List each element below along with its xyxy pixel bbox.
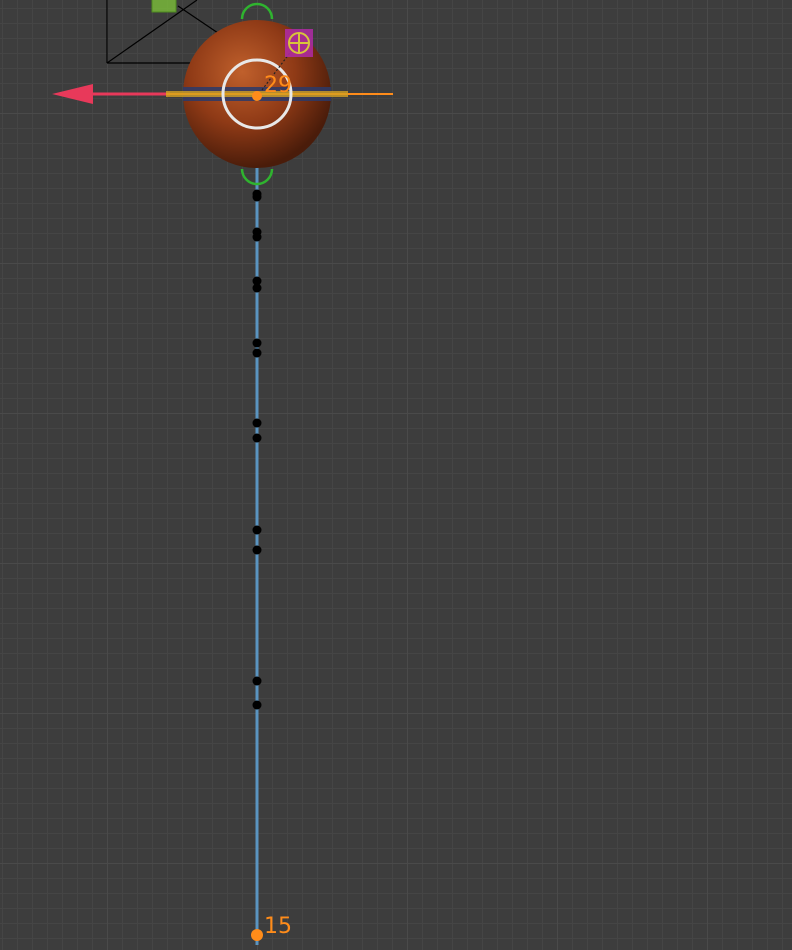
end-frame-label: 15	[264, 914, 292, 939]
rotate-ring-top-icon[interactable]	[240, 2, 274, 20]
keyframe-point[interactable]	[252, 232, 262, 242]
camera-indicator-icon[interactable]	[151, 0, 177, 13]
3d-viewport[interactable]: 29 15	[0, 0, 792, 950]
keyframe-point[interactable]	[252, 418, 262, 428]
keyframe-point[interactable]	[252, 338, 262, 348]
keyframe-point[interactable]	[252, 433, 262, 443]
end-frame-point[interactable]	[251, 929, 263, 941]
keyframe-point[interactable]	[252, 525, 262, 535]
keyframe-point[interactable]	[252, 676, 262, 686]
keyframe-point[interactable]	[252, 283, 262, 293]
crosshair-icon	[288, 32, 310, 54]
keyframe-point[interactable]	[252, 348, 262, 358]
pivot-indicator[interactable]	[285, 29, 313, 57]
current-frame-point[interactable]	[252, 91, 262, 101]
keyframe-point[interactable]	[252, 192, 262, 202]
keyframe-point[interactable]	[252, 700, 262, 710]
current-frame-label: 29	[264, 73, 292, 98]
x-axis-arrow-icon[interactable]	[52, 84, 93, 104]
keyframe-point[interactable]	[252, 545, 262, 555]
camera-outline-edge	[177, 5, 219, 34]
scene-canvas[interactable]	[0, 0, 792, 950]
